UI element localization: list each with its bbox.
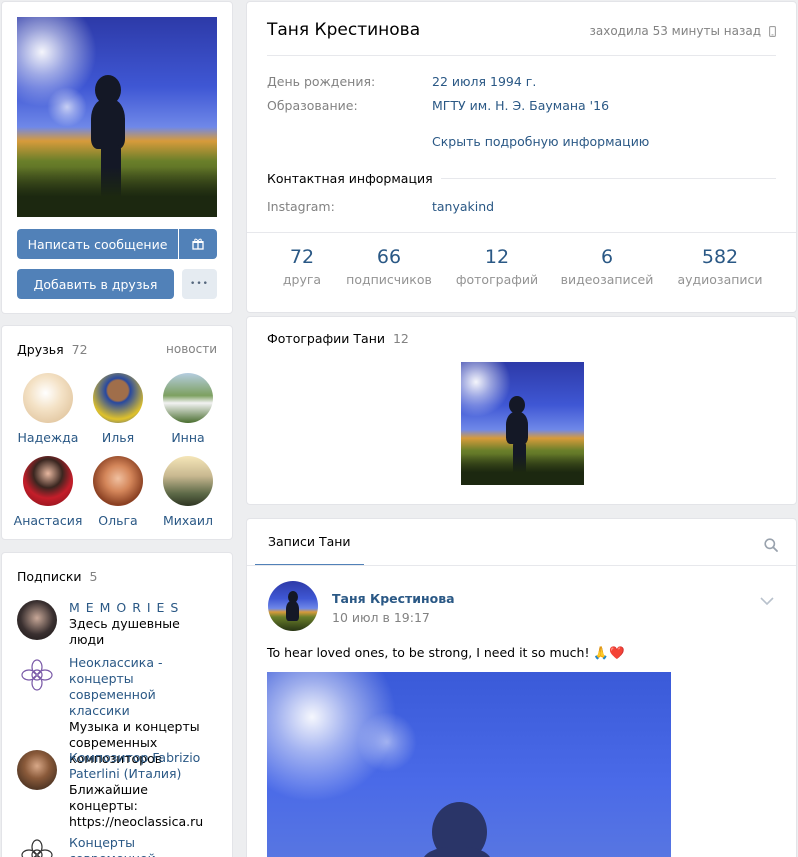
gift-icon (192, 238, 204, 250)
friend-item[interactable]: Илья (83, 373, 153, 445)
avatar (17, 750, 57, 790)
education-row: Образование: МГТУ им. Н. Э. Баумана '16 (267, 98, 610, 113)
search-icon (764, 538, 778, 552)
instagram-row: Instagram: tanyakind (267, 199, 495, 214)
hide-details-link[interactable]: Скрыть подробную информацию (432, 134, 649, 149)
mobile-phone-icon (769, 25, 776, 37)
birthday-row: День рождения: 22 июля 1994 г. (267, 74, 537, 89)
avatar (93, 373, 143, 423)
subscriptions-header[interactable]: Подписки 5 (17, 569, 97, 584)
subscription-item[interactable]: Композитор Fabrizio Paterlini (Италия) Б… (17, 750, 219, 830)
post-author-avatar[interactable] (268, 581, 318, 631)
chevron-down-icon (760, 597, 774, 606)
friends-news-link[interactable]: новости (166, 342, 217, 356)
stat-followers[interactable]: 66 подписчиков (339, 246, 439, 287)
friend-item[interactable]: Михаил (153, 456, 223, 528)
photo-thumbnail[interactable] (461, 362, 584, 485)
friend-item[interactable]: Анастасия (13, 456, 83, 528)
avatar (163, 373, 213, 423)
profile-photo[interactable] (17, 17, 217, 217)
instagram-link[interactable]: tanyakind (432, 199, 494, 214)
flower-logo-icon (21, 659, 53, 691)
stat-friends[interactable]: 72 друга (252, 246, 352, 287)
profile-info-card: Таня Крестинова заходила 53 минуты назад… (246, 1, 797, 313)
profile-photo-card: Написать сообщение Добавить в друзья ••• (1, 1, 233, 314)
stat-audio[interactable]: 582 аудиозаписи (670, 246, 770, 287)
subscription-item[interactable]: Концерты современной (17, 835, 219, 857)
subscription-item[interactable]: M E M O R I E S Здесь душевные люди (17, 600, 219, 648)
post-author-name[interactable]: Таня Крестинова (332, 591, 455, 606)
photos-header[interactable]: Фотографии Тани 12 (267, 331, 409, 346)
send-message-button[interactable]: Написать сообщение (17, 229, 178, 259)
avatar (23, 456, 73, 506)
page-title: Таня Крестинова (267, 20, 421, 40)
post-photo[interactable] (267, 672, 671, 857)
photos-card: Фотографии Тани 12 (246, 316, 797, 505)
avatar (163, 456, 213, 506)
wall-search-button[interactable] (764, 538, 778, 555)
flower-logo-icon (21, 839, 53, 857)
birthday-link[interactable]: 22 июля 1994 г. (432, 74, 536, 89)
post-menu-button[interactable] (760, 593, 774, 608)
education-link[interactable]: МГТУ им. Н. Э. Баумана '16 (432, 98, 609, 113)
avatar (23, 373, 73, 423)
more-dots-icon: ••• (190, 279, 209, 289)
avatar (17, 600, 57, 640)
stat-photos[interactable]: 12 фотографий (447, 246, 547, 287)
avatar (17, 655, 57, 695)
post-text: To hear loved ones, to be strong, I need… (267, 645, 625, 660)
contacts-section-title: Контактная информация (267, 171, 776, 186)
add-friend-button[interactable]: Добавить в друзья (17, 269, 174, 299)
friends-card: Друзья 72 новости Надежда Илья Инна Анас… (1, 325, 233, 540)
friends-header[interactable]: Друзья 72 (17, 342, 88, 357)
friend-item[interactable]: Надежда (13, 373, 83, 445)
post-timestamp[interactable]: 10 июл в 19:17 (332, 610, 430, 625)
photos-count: 12 (392, 331, 409, 346)
avatar (17, 835, 57, 857)
avatar (93, 456, 143, 506)
more-actions-button[interactable]: ••• (182, 269, 217, 299)
subscriptions-count: 5 (89, 569, 98, 584)
friend-item[interactable]: Инна (153, 373, 223, 445)
tab-wall-posts[interactable]: Записи Тани (255, 519, 364, 566)
wall-card: Записи Тани Таня Крестинова 10 июл в 19:… (246, 518, 797, 857)
last-seen-status: заходила 53 минуты назад (589, 24, 776, 38)
subscriptions-card: Подписки 5 M E M O R I E S Здесь душевны… (1, 552, 233, 857)
friend-item[interactable]: Ольга (83, 456, 153, 528)
stat-videos[interactable]: 6 видеозаписей (557, 246, 657, 287)
gift-button[interactable] (179, 229, 217, 259)
friends-count: 72 (71, 342, 88, 357)
